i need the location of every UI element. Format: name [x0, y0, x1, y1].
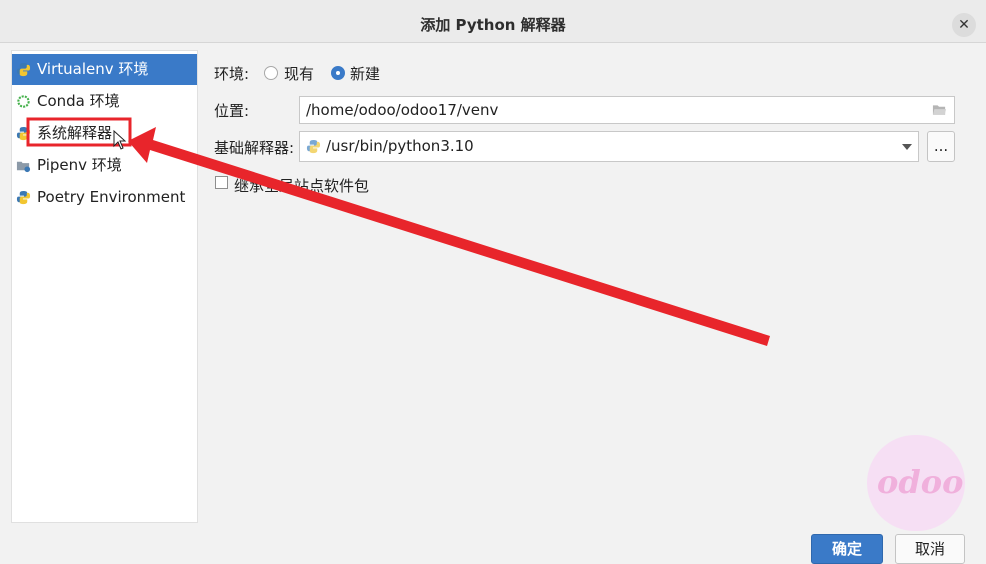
sidebar-item-pipenv[interactable]: Pipenv 环境	[12, 150, 197, 181]
sidebar-item-conda[interactable]: Conda 环境	[12, 86, 197, 117]
sidebar-item-label: Virtualenv 环境	[37, 60, 149, 78]
close-button[interactable]: ✕	[952, 13, 976, 37]
cancel-button[interactable]: 取消	[895, 534, 965, 564]
sidebar-item-label: Conda 环境	[37, 92, 120, 110]
location-label: 位置:	[214, 102, 250, 120]
radio-new[interactable]	[331, 66, 345, 80]
base-interpreter-label: 基础解释器:	[214, 139, 295, 157]
sidebar-item-virtualenv[interactable]: Virtualenv 环境	[12, 54, 197, 85]
conda-ring-icon	[17, 95, 30, 108]
location-input[interactable]: /home/odoo/odoo17/venv	[299, 96, 955, 124]
dialog-titlebar: 添加 Python 解释器 ✕	[0, 0, 986, 43]
base-interpreter-value: /usr/bin/python3.10	[326, 137, 474, 155]
base-interpreter-select[interactable]: /usr/bin/python3.10	[299, 131, 919, 162]
sidebar-item-label: Poetry Environment	[37, 188, 186, 206]
sidebar-item-system[interactable]: 系统解释器	[12, 118, 197, 149]
python-icon	[306, 139, 321, 154]
poetry-icon	[16, 190, 31, 205]
dialog-title: 添加 Python 解释器	[420, 16, 566, 34]
python-virtualenv-icon	[16, 62, 31, 77]
chevron-down-icon[interactable]	[902, 144, 912, 150]
sidebar-item-label: 系统解释器	[37, 124, 113, 142]
inherit-packages-checkbox[interactable]	[215, 176, 228, 189]
python-icon	[16, 126, 31, 141]
watermark-text: odoo	[877, 463, 964, 501]
inherit-packages-label[interactable]: 继承全局站点软件包	[234, 175, 369, 196]
sidebar-item-poetry[interactable]: Poetry Environment	[12, 182, 197, 213]
sidebar-item-label: Pipenv 环境	[37, 156, 122, 174]
location-value: /home/odoo/odoo17/venv	[306, 101, 499, 119]
browse-interpreter-button[interactable]: ...	[927, 131, 955, 162]
interpreter-type-list: Virtualenv 环境 Conda 环境 系统解释器 Pipenv 环境 P…	[11, 50, 198, 523]
radio-new-label[interactable]: 新建	[350, 63, 380, 84]
ok-button[interactable]: 确定	[811, 534, 883, 564]
folder-icon[interactable]	[932, 103, 947, 117]
radio-existing[interactable]	[264, 66, 278, 80]
radio-existing-label[interactable]: 现有	[284, 63, 314, 84]
pipenv-folder-icon	[16, 161, 31, 173]
interpreter-settings-panel: 环境: 现有 新建 位置: /home/odoo/odoo17/venv 基础解…	[198, 43, 986, 564]
environment-label: 环境:	[214, 65, 250, 83]
odoo-watermark: odoo	[867, 435, 965, 531]
close-icon: ✕	[958, 17, 970, 33]
